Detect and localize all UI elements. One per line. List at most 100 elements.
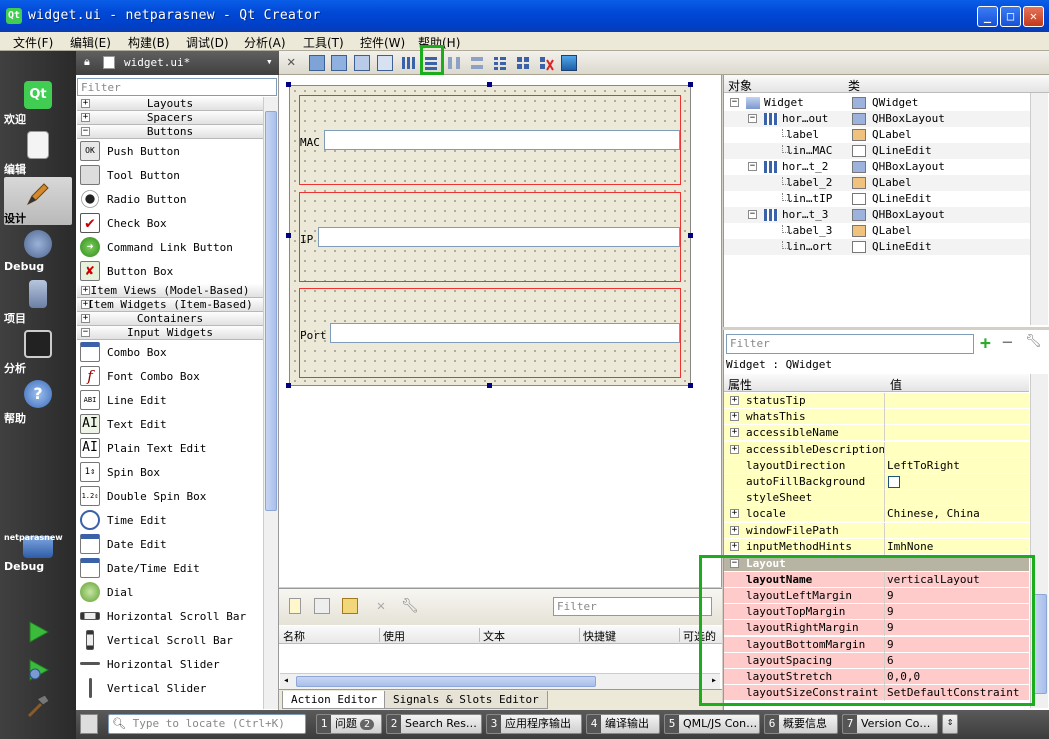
- widget-radio-button[interactable]: Radio Button: [77, 187, 263, 211]
- widget-date-edit[interactable]: Date Edit: [77, 532, 263, 556]
- object-tree-row[interactable]: − hor…t_3 QHBoxLayout: [724, 207, 1030, 223]
- edit-tab-order-icon[interactable]: [377, 55, 393, 71]
- remove-property-icon[interactable]: −: [1002, 332, 1013, 353]
- scrollbar-thumb[interactable]: [265, 111, 277, 511]
- widget-vertical-scroll-bar[interactable]: Vertical Scroll Bar: [77, 628, 263, 652]
- kit-selector[interactable]: netparasnew Debug: [4, 533, 72, 593]
- layout-property-row[interactable]: layoutSizeConstraint SetDefaultConstraint: [724, 685, 1029, 702]
- menu-build[interactable]: 构建(B): [128, 34, 170, 51]
- configure-icon[interactable]: 🔧︎: [401, 598, 419, 614]
- layout-group-row[interactable]: − Layout: [724, 555, 1029, 572]
- pane-compile-output[interactable]: 4 编译输出: [586, 714, 660, 734]
- object-tree-row[interactable]: − Widget QWidget: [724, 95, 1030, 111]
- scroll-left-icon[interactable]: ◂: [283, 675, 289, 686]
- widget-filter-input[interactable]: Filter: [77, 78, 277, 96]
- scrollbar-thumb[interactable]: [1032, 594, 1047, 694]
- object-tree-row[interactable]: label QLabel: [724, 127, 1030, 143]
- horizontal-layout-3[interactable]: Port: [299, 288, 681, 378]
- horizontal-layout-1[interactable]: MAC: [299, 95, 681, 185]
- close-document-icon[interactable]: ✕: [287, 54, 295, 70]
- edit-signals-slots-icon[interactable]: [331, 55, 347, 71]
- open-file-name[interactable]: widget.ui*: [124, 56, 190, 69]
- property-filter-input[interactable]: Filter: [726, 334, 974, 354]
- menu-file[interactable]: 文件(F): [13, 34, 53, 51]
- menu-analyze[interactable]: 分析(A): [244, 34, 286, 51]
- property-value[interactable]: 9: [887, 638, 894, 651]
- expand-icon[interactable]: +: [730, 412, 739, 422]
- pane-qml-js-console[interactable]: 5 QML/JS Con…: [664, 714, 760, 734]
- property-value[interactable]: LeftToRight: [887, 459, 960, 472]
- run-icon[interactable]: [25, 619, 51, 645]
- widget-vertical-slider[interactable]: Vertical Slider: [77, 676, 263, 700]
- header-value[interactable]: 值: [890, 376, 902, 393]
- widget-datetime-edit[interactable]: Date/Time Edit: [77, 556, 263, 580]
- collapse-icon[interactable]: −: [748, 162, 757, 171]
- menu-tools[interactable]: 工具(T): [303, 34, 344, 51]
- property-row[interactable]: + windowFilePath: [724, 522, 1029, 539]
- selection-handle[interactable]: [286, 233, 291, 238]
- col-shortcut[interactable]: 快捷键: [583, 628, 616, 644]
- tab-action-editor[interactable]: Action Editor: [282, 691, 387, 709]
- action-horizontal-scrollbar[interactable]: ◂ ▸: [280, 673, 720, 689]
- expand-icon[interactable]: +: [730, 444, 739, 454]
- debug-run-icon[interactable]: [25, 657, 51, 683]
- object-tree-row[interactable]: lin…ort QLineEdit: [724, 239, 1030, 255]
- collapse-icon[interactable]: −: [748, 114, 757, 123]
- property-value[interactable]: Chinese, China: [887, 507, 980, 520]
- mac-line-edit[interactable]: [324, 130, 680, 150]
- object-tree-row[interactable]: − hor…t_2 QHBoxLayout: [724, 159, 1030, 175]
- collapse-icon[interactable]: −: [730, 558, 739, 568]
- selection-handle[interactable]: [487, 82, 492, 87]
- expand-icon[interactable]: +: [730, 509, 739, 519]
- widget-horizontal-scroll-bar[interactable]: Horizontal Scroll Bar: [77, 604, 263, 628]
- close-button[interactable]: ✕: [1023, 6, 1044, 27]
- col-checkable[interactable]: 可选的: [683, 628, 716, 644]
- property-value[interactable]: ImhNone: [887, 540, 933, 553]
- layout-property-row[interactable]: layoutLeftMargin 9: [724, 587, 1029, 604]
- widget-double-spin-box[interactable]: 1.2⇕ Double Spin Box: [77, 484, 263, 508]
- port-line-edit[interactable]: [330, 323, 680, 343]
- pane-general-messages[interactable]: 6 概要信息: [764, 714, 838, 734]
- property-value[interactable]: 9: [887, 605, 894, 618]
- mode-edit[interactable]: 编辑: [4, 128, 72, 176]
- widget-text-edit[interactable]: AI Text Edit: [77, 412, 263, 436]
- object-tree-row[interactable]: label_2 QLabel: [724, 175, 1030, 191]
- col-used[interactable]: 使用: [383, 628, 405, 644]
- property-value[interactable]: verticalLayout: [887, 573, 980, 586]
- expand-icon[interactable]: +: [730, 396, 739, 405]
- mode-welcome[interactable]: Qt 欢迎: [4, 78, 72, 126]
- layout-h-splitter-icon[interactable]: [446, 55, 462, 71]
- property-row[interactable]: + whatsThis: [724, 409, 1029, 426]
- property-value[interactable]: 0,0,0: [887, 670, 920, 683]
- category-containers[interactable]: + Containers: [77, 312, 263, 326]
- layout-grid-icon[interactable]: [515, 55, 531, 71]
- layout-horizontal-icon[interactable]: [400, 55, 416, 71]
- property-value[interactable]: SetDefaultConstraint: [887, 686, 1019, 699]
- edit-buddies-icon[interactable]: [354, 55, 370, 71]
- toggle-sidebar-icon[interactable]: [80, 714, 98, 734]
- horizontal-layout-2[interactable]: IP: [299, 192, 681, 282]
- add-dynamic-property-icon[interactable]: +: [980, 333, 991, 354]
- mode-debug[interactable]: Debug: [4, 227, 72, 275]
- layout-property-row[interactable]: layoutName verticalLayout: [724, 571, 1029, 588]
- port-label[interactable]: Port: [300, 329, 327, 342]
- widget-push-button[interactable]: OK Push Button: [77, 139, 263, 163]
- pane-search-results[interactable]: 2 Search Res…: [386, 714, 482, 734]
- widget-button-box[interactable]: ✘ Button Box: [77, 259, 263, 283]
- menu-edit[interactable]: 编辑(E): [70, 34, 111, 51]
- ip-line-edit[interactable]: [318, 227, 680, 247]
- property-row[interactable]: + inputMethodHints ImhNone: [724, 538, 1029, 555]
- property-row[interactable]: + statusTip: [724, 393, 1029, 409]
- locator-input[interactable]: 🔍︎ Type to locate (Ctrl+K): [108, 714, 306, 734]
- col-text[interactable]: 文本: [483, 628, 505, 644]
- widget-dial[interactable]: Dial: [77, 580, 263, 604]
- object-tree-row[interactable]: label_3 QLabel: [724, 223, 1030, 239]
- minimize-button[interactable]: _: [977, 6, 998, 27]
- mode-projects[interactable]: 项目: [4, 277, 72, 325]
- property-row[interactable]: + accessibleDescription: [724, 441, 1029, 458]
- scroll-right-icon[interactable]: ▸: [711, 675, 717, 686]
- ip-label[interactable]: IP: [300, 233, 313, 246]
- widget-combo-box[interactable]: Combo Box: [77, 340, 263, 364]
- mode-help[interactable]: ? 帮助: [4, 377, 72, 425]
- category-layouts[interactable]: + Layouts: [77, 97, 263, 111]
